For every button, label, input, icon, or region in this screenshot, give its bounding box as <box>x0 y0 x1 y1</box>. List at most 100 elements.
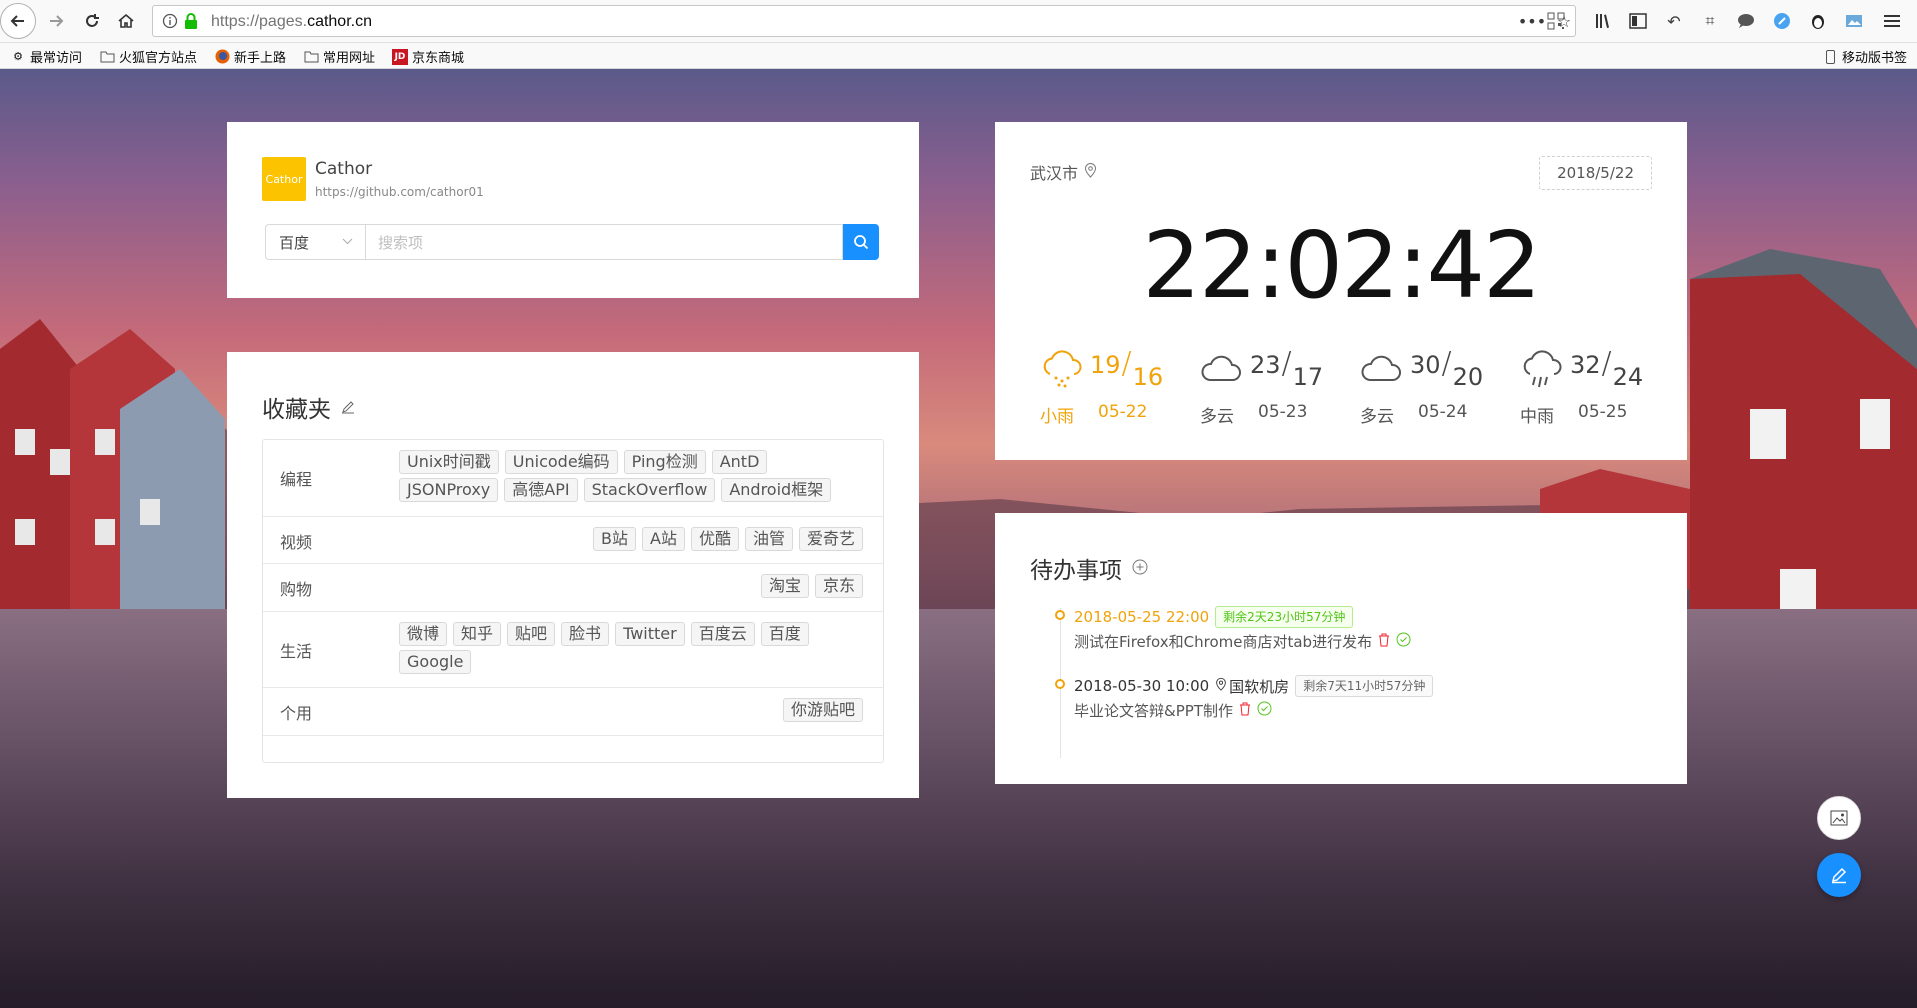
favorite-link[interactable]: B站 <box>593 527 636 551</box>
home-button[interactable] <box>108 3 144 39</box>
favorites-row: 编程 Unix时间戳 Unicode编码 Ping检测 AntD JSONPro… <box>263 440 883 517</box>
search-button[interactable] <box>843 224 879 260</box>
weather-desc: 多云 <box>1200 407 1234 427</box>
cloud-icon <box>1360 350 1404 390</box>
location-pin-icon <box>1084 162 1097 182</box>
bookmark-getting-started[interactable]: 新手上路 <box>214 47 286 66</box>
forecast-day: 23/17 多云 05-23 <box>1200 346 1340 430</box>
favorite-link[interactable]: Android框架 <box>721 478 832 502</box>
favorite-link[interactable]: 贴吧 <box>507 622 556 646</box>
favorite-link[interactable]: 京东 <box>814 574 863 598</box>
favorite-link[interactable]: 优酷 <box>690 527 739 551</box>
extension-penguin-icon[interactable] <box>1806 9 1830 33</box>
library-icon[interactable] <box>1592 9 1616 33</box>
url-text: https://pages.cathor.cn <box>211 13 372 30</box>
clock-weather-card: 武汉市 2018/5/22 22:02:42 19/16 小雨 05-22 23… <box>995 122 1687 460</box>
check-circle-icon[interactable] <box>1396 632 1411 651</box>
edit-mode-button[interactable] <box>1817 853 1861 897</box>
todo-location: 国软机房 <box>1215 676 1289 697</box>
page-actions-icon[interactable]: ••• <box>1518 9 1546 33</box>
favorite-link[interactable]: 油管 <box>744 527 793 551</box>
favorite-link[interactable]: Ping检测 <box>623 450 706 474</box>
menu-icon[interactable] <box>1880 9 1904 33</box>
favorites-tags: 你游贴吧 <box>782 698 863 722</box>
reload-button[interactable] <box>74 3 110 39</box>
favorite-link[interactable]: 微博 <box>399 622 448 646</box>
sidebar-icon[interactable] <box>1626 9 1650 33</box>
todo-time: 2018-05-25 22:00 <box>1074 608 1210 626</box>
gear-icon: ⚙ <box>13 50 23 63</box>
favorites-tags: Unix时间戳 Unicode编码 Ping检测 AntD JSONProxy … <box>399 450 869 502</box>
favorite-link[interactable]: 你游贴吧 <box>782 698 863 722</box>
bookmark-star-icon[interactable]: ☆ <box>1552 9 1576 33</box>
site-url[interactable]: https://github.com/cathor01 <box>315 185 484 199</box>
favorite-link[interactable]: Unix时间戳 <box>399 450 499 474</box>
favorite-link[interactable]: AntD <box>711 450 768 474</box>
temperature-range: 30/20 <box>1410 346 1484 391</box>
favorite-link[interactable]: 知乎 <box>453 622 502 646</box>
undo-icon[interactable]: ↶ <box>1662 9 1686 33</box>
timeline-dot <box>1055 610 1065 620</box>
favorite-link[interactable]: Google <box>399 650 472 674</box>
search-engine-select[interactable]: 百度 <box>265 224 365 260</box>
back-button[interactable] <box>0 3 36 39</box>
browser-toolbar: https://pages.cathor.cn ••• ☆ ↶ ⌗ <box>0 0 1917 43</box>
temperature-range: 23/17 <box>1250 346 1324 391</box>
todo-text: 毕业论文答辩&PPT制作 <box>1074 702 1233 720</box>
favorite-link[interactable]: StackOverflow <box>583 478 716 502</box>
favorite-link[interactable]: 爱奇艺 <box>798 527 863 551</box>
search-card: Cathor Cathor https://github.com/cathor0… <box>227 122 919 298</box>
search-input[interactable]: 搜索项 <box>365 224 843 260</box>
favorite-link[interactable]: Unicode编码 <box>504 450 618 474</box>
favorite-link[interactable]: A站 <box>642 527 685 551</box>
favorite-link[interactable]: 百度 <box>760 622 809 646</box>
bookmark-mobile[interactable]: 移动版书签 <box>1822 47 1907 66</box>
url-bar[interactable]: https://pages.cathor.cn <box>152 5 1576 37</box>
favorites-row: 购物 淘宝 京东 <box>263 564 883 612</box>
image-icon <box>1830 810 1848 826</box>
bookmark-common-sites[interactable]: 常用网址 <box>303 47 375 66</box>
favorite-link[interactable]: 脸书 <box>561 622 610 646</box>
jd-icon: JD <box>392 48 408 65</box>
favorites-card: 收藏夹 编程 Unix时间戳 Unicode编码 Ping检测 AntD JSO… <box>227 352 919 798</box>
folder-icon <box>99 49 115 65</box>
favorite-link[interactable]: 高德API <box>504 478 578 502</box>
bookmark-firefox-site[interactable]: 火狐官方站点 <box>99 47 197 66</box>
forecast-date: 05-25 <box>1578 402 1628 422</box>
extension-image-icon[interactable] <box>1842 9 1866 33</box>
bookmark-most-visited[interactable]: ⚙ 最常访问 <box>10 47 82 66</box>
bookmarks-bar: ⚙ 最常访问 火狐官方站点 新手上路 常用网址 JD 京东商城 移动版书签 <box>0 43 1917 69</box>
favorite-link[interactable]: Twitter <box>615 622 685 646</box>
extension-blue-icon[interactable] <box>1770 9 1794 33</box>
favorites-row: 视频 B站 A站 优酷 油管 爱奇艺 <box>263 517 883 564</box>
crop-icon[interactable]: ⌗ <box>1698 9 1722 33</box>
favorites-category: 个用 <box>280 704 313 723</box>
add-todo-icon[interactable] <box>1132 555 1148 581</box>
edit-icon[interactable] <box>341 394 355 420</box>
forecast-day: 32/24 中雨 05-25 <box>1520 346 1660 430</box>
favorites-category: 购物 <box>280 580 313 599</box>
favorites-title: 收藏夹 <box>262 390 355 424</box>
todo-card: 待办事项 2018-05-25 22:00 剩余2天23小时57分钟 测试在Fi… <box>995 513 1687 784</box>
weather-desc: 中雨 <box>1520 407 1554 427</box>
favorite-link[interactable]: JSONProxy <box>399 478 499 502</box>
site-logo[interactable]: Cathor <box>262 157 306 201</box>
check-circle-icon[interactable] <box>1257 701 1272 720</box>
home-icon <box>118 13 134 28</box>
bookmark-jd[interactable]: JD 京东商城 <box>392 47 464 66</box>
favorite-link[interactable]: 淘宝 <box>760 574 809 598</box>
info-icon[interactable] <box>162 13 178 33</box>
timeline-dot <box>1055 679 1065 689</box>
favorites-tags: 淘宝 京东 <box>760 574 863 598</box>
chat-icon[interactable] <box>1734 9 1758 33</box>
favorite-link[interactable]: 百度云 <box>690 622 755 646</box>
delete-icon[interactable] <box>1239 702 1251 720</box>
change-wallpaper-button[interactable] <box>1817 796 1861 840</box>
todo-text: 测试在Firefox和Chrome商店对tab进行发布 <box>1074 633 1373 651</box>
favorites-category: 生活 <box>280 642 313 661</box>
lock-icon[interactable] <box>183 12 199 34</box>
city-label[interactable]: 武汉市 <box>1030 160 1097 184</box>
pencil-icon <box>1831 867 1847 884</box>
forward-button[interactable] <box>38 3 74 39</box>
delete-icon[interactable] <box>1378 633 1390 651</box>
